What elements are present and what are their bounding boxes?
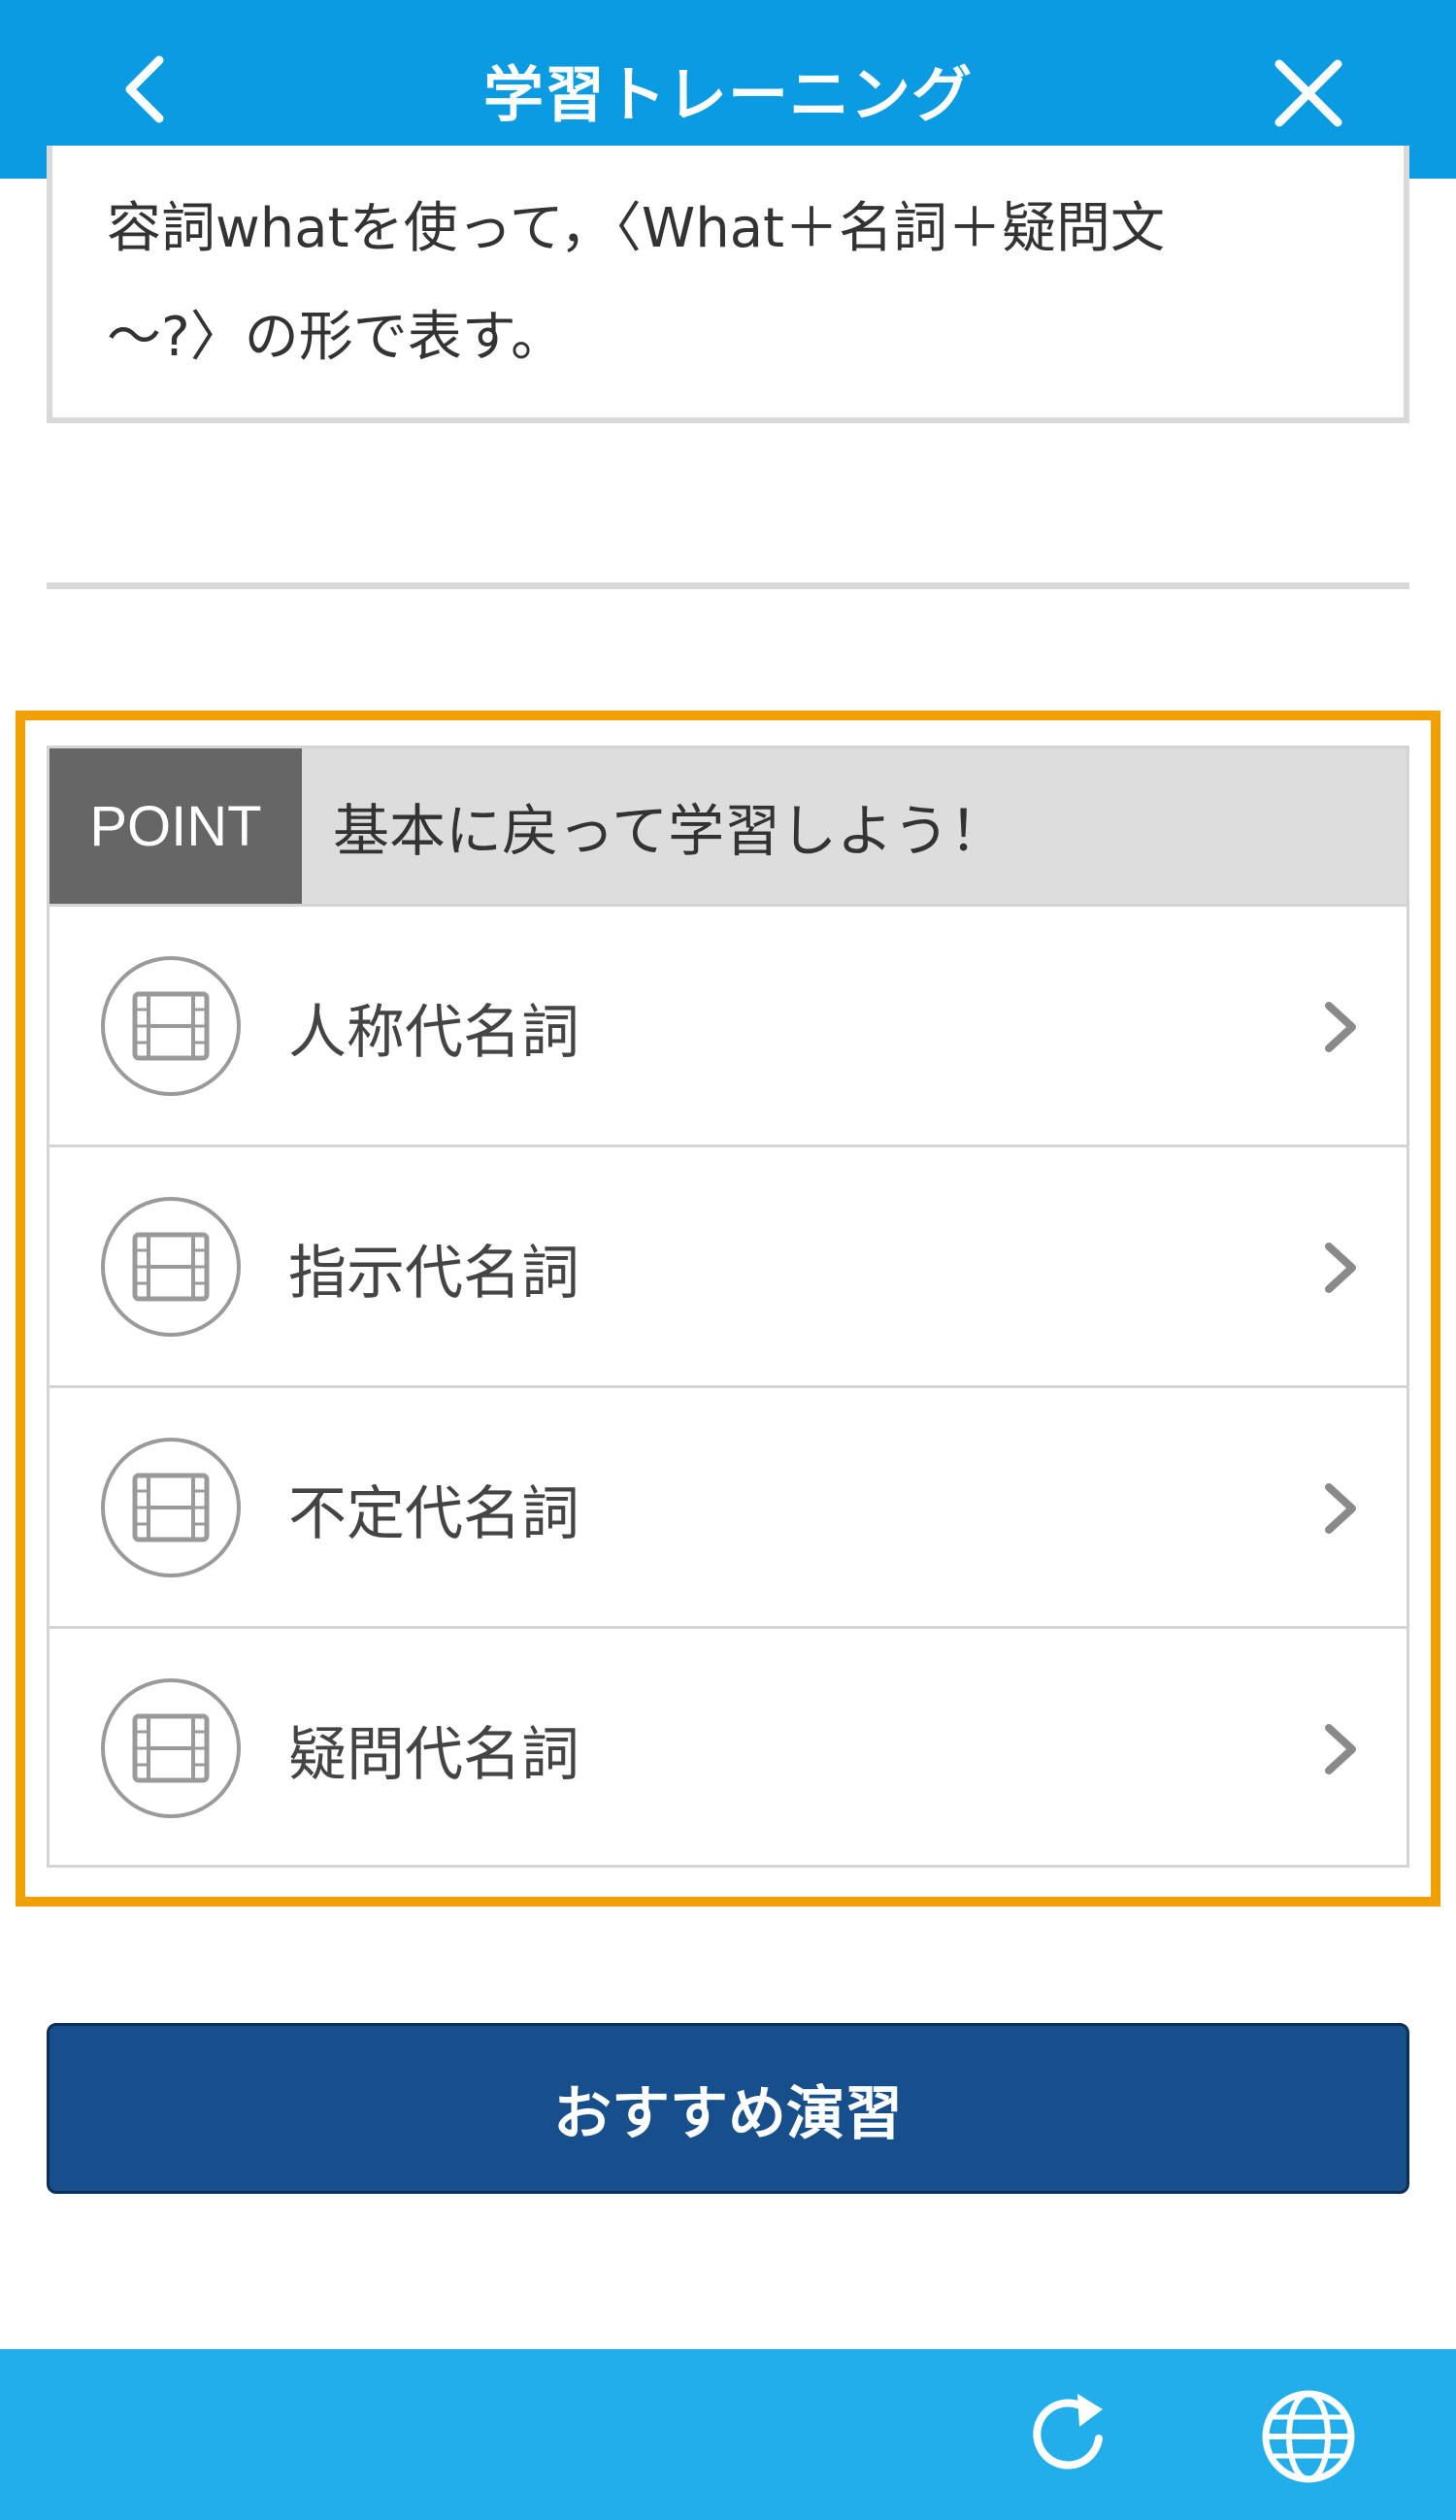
list-item-indefinite-pronoun[interactable]: 不定代名詞: [50, 1385, 1406, 1626]
point-section: POINT 基本に戻って学習しよう！ 人称代名詞 指示代名詞 不定代名詞 疑問代…: [47, 746, 1409, 1868]
refresh-icon[interactable]: [1021, 2388, 1114, 2481]
video-film-icon: [101, 1197, 241, 1337]
chevron-right-icon: [1325, 1243, 1356, 1293]
video-film-icon: [101, 1438, 241, 1577]
chevron-right-icon: [1325, 1483, 1356, 1534]
list-item-label: 疑問代名詞: [288, 1720, 579, 1789]
explanation-line: 〜?〉の形で表す。: [107, 306, 566, 369]
point-header: POINT 基本に戻って学習しよう！: [50, 748, 1406, 904]
chevron-right-icon: [1325, 1724, 1356, 1774]
list-item-interrogative-pronoun[interactable]: 疑問代名詞: [50, 1626, 1406, 1867]
globe-icon[interactable]: [1260, 2388, 1357, 2485]
point-heading: 基本に戻って学習しよう！: [333, 798, 1007, 864]
video-film-icon: [101, 956, 241, 1096]
chevron-right-icon: [1325, 1002, 1356, 1052]
list-item-demonstrative-pronoun[interactable]: 指示代名詞: [50, 1144, 1406, 1385]
explanation-box: 容詞whatを使って，〈What＋名詞＋疑問文 〜?〉の形で表す。: [47, 146, 1409, 423]
recommended-exercise-button[interactable]: おすすめ演習: [47, 2023, 1409, 2194]
explanation-text: 容詞whatを使って，〈What＋名詞＋疑問文 〜?〉の形で表す。: [107, 175, 1349, 392]
list-item-label: 不定代名詞: [288, 1479, 579, 1548]
point-badge: POINT: [50, 748, 302, 904]
explanation-line: 容詞whatを使って，〈What＋名詞＋疑問文: [107, 197, 1165, 260]
close-icon[interactable]: [1270, 54, 1347, 132]
list-item-personal-pronoun[interactable]: 人称代名詞: [50, 904, 1406, 1144]
section-divider: [47, 582, 1409, 589]
list-item-label: 人称代名詞: [288, 998, 579, 1067]
page: 学習トレーニング 容詞whatを使って，〈What＋名詞＋疑問文 〜?〉の形で表…: [0, 0, 1456, 2520]
list-item-label: 指示代名詞: [288, 1239, 579, 1308]
video-film-icon: [101, 1678, 241, 1818]
footer-toolbar: [0, 2349, 1456, 2520]
